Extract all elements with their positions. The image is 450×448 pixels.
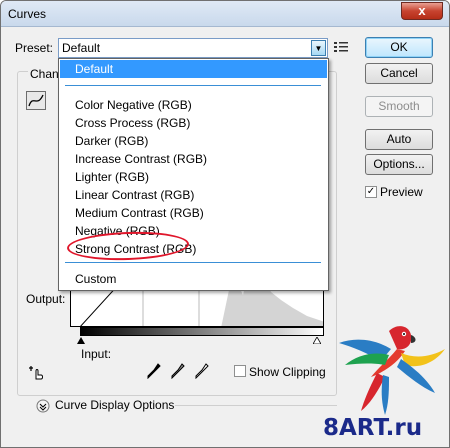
preset-select[interactable]: Default ▼ [58,38,328,58]
parrot-logo [339,326,445,415]
options-button[interactable]: Options... [365,154,433,175]
menu-item-medium-contrast[interactable]: Medium Contrast (RGB) [60,204,327,222]
menu-item-color-negative[interactable]: Color Negative (RGB) [60,96,327,114]
white-eyedropper-icon[interactable] [195,363,209,379]
black-point-slider[interactable] [77,337,85,344]
window-title: Curves [8,7,47,21]
auto-button[interactable]: Auto [365,129,433,150]
chevron-down-icon[interactable]: ▼ [311,40,326,56]
curve-display-options-label: Curve Display Options [55,398,175,412]
close-button[interactable]: x [401,2,443,20]
preset-options-icon[interactable] [334,41,348,53]
menu-item-darker[interactable]: Darker (RGB) [60,132,327,150]
expand-options-icon[interactable] [36,399,50,413]
menu-item-linear-contrast[interactable]: Linear Contrast (RGB) [60,186,327,204]
show-clipping-label: Show Clipping [249,365,326,379]
black-eyedropper-icon[interactable] [147,363,161,379]
curves-dialog: Curves x Preset: Default ▼ OK Cancel Smo… [0,0,450,448]
menu-item-custom[interactable]: Custom [60,270,327,288]
cancel-button[interactable]: Cancel [365,63,433,84]
menu-separator [65,262,321,263]
white-point-slider[interactable] [313,337,321,344]
show-clipping-checkbox[interactable] [234,365,246,377]
curve-icon [28,94,44,107]
menu-item-lighter[interactable]: Lighter (RGB) [60,168,327,186]
input-label: Input: [81,347,112,361]
on-image-adjust-icon[interactable] [28,363,46,381]
smooth-button[interactable]: Smooth [365,96,433,117]
preset-value: Default [62,41,101,55]
gray-eyedropper-icon[interactable] [171,363,185,379]
divider [175,405,337,406]
menu-separator [65,85,321,86]
curve-tool-button[interactable] [26,91,46,110]
input-gradient [80,327,324,336]
menu-item-cross-process[interactable]: Cross Process (RGB) [60,114,327,132]
menu-item-default[interactable]: Default [60,60,327,78]
preview-label: Preview [380,185,423,199]
ok-button[interactable]: OK [365,37,433,58]
menu-item-increase-contrast[interactable]: Increase Contrast (RGB) [60,150,327,168]
preset-label: Preset: [15,41,54,55]
title-bar: Curves x [1,1,449,27]
watermark-text: 8ART.ru [323,415,423,441]
output-label: Output: [26,292,66,306]
preview-checkbox[interactable]: ✓ [365,186,377,198]
